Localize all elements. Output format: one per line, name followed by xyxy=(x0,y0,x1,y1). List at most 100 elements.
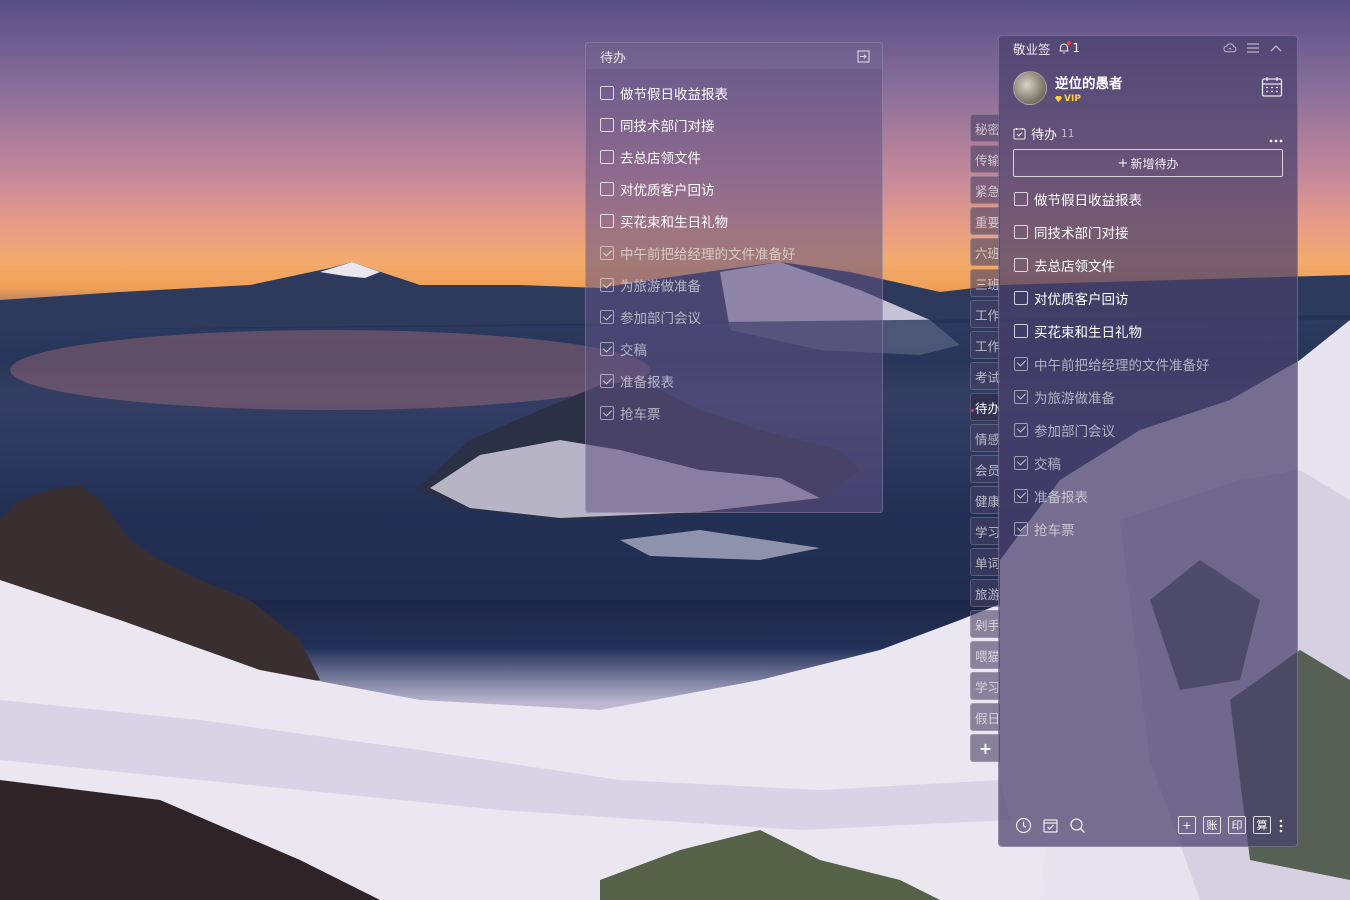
list-item[interactable]: 抢车票 xyxy=(586,397,882,429)
tab-category[interactable]: 工作 xyxy=(970,331,1000,359)
user-profile[interactable]: 逆位的愚者 VIP xyxy=(999,60,1297,116)
list-item[interactable]: 交稿 xyxy=(999,446,1297,479)
list-item[interactable]: 同技术部门对接 xyxy=(999,215,1297,248)
checked-checkbox[interactable] xyxy=(600,246,614,260)
account-button[interactable]: 账 xyxy=(1203,816,1221,834)
checked-checkbox[interactable] xyxy=(600,374,614,388)
list-item[interactable]: 为旅游做准备 xyxy=(586,269,882,301)
tab-category[interactable]: 重要 xyxy=(970,207,1000,235)
checkbox[interactable] xyxy=(1014,323,1028,338)
list-item[interactable]: 为旅游做准备 xyxy=(999,380,1297,413)
tab-category[interactable]: 三班 xyxy=(970,269,1000,297)
checkbox[interactable] xyxy=(1014,224,1028,239)
tab-category[interactable]: 紧急 xyxy=(970,176,1000,204)
floating-todo-note: 待办 做节假日收益报表 同技术部门对接 去总店领文件 对优质客户回访 买花束和生… xyxy=(585,42,883,513)
checked-checkbox[interactable] xyxy=(1014,455,1028,470)
list-item[interactable]: 参加部门会议 xyxy=(999,413,1297,446)
add-category-button[interactable]: + xyxy=(970,734,1000,762)
calculator-button[interactable]: 算 xyxy=(1253,816,1271,834)
tab-category[interactable]: 传输 xyxy=(970,145,1000,173)
plus-icon: + xyxy=(1117,155,1129,171)
item-text: 去总店领文件 xyxy=(620,151,701,167)
checkbox[interactable] xyxy=(600,182,614,196)
cloud-sync-icon[interactable] xyxy=(1223,41,1237,55)
chevron-up-icon[interactable] xyxy=(1269,41,1283,55)
tab-category[interactable]: 会员 xyxy=(970,455,1000,483)
checked-checkbox[interactable] xyxy=(1014,488,1028,503)
list-item[interactable]: 买花束和生日礼物 xyxy=(999,314,1297,347)
checked-checkbox[interactable] xyxy=(600,310,614,324)
category-tabs: 秘密 传输 紧急 重要 六班 三班 工作 工作 考试 待办 情感 会员 健康 学… xyxy=(970,114,1000,765)
tab-category[interactable]: 健康 xyxy=(970,486,1000,514)
search-icon[interactable] xyxy=(1069,817,1086,834)
item-text: 买花束和生日礼物 xyxy=(620,215,728,231)
list-item[interactable]: 中午前把给经理的文件准备好 xyxy=(999,347,1297,380)
item-text: 做节假日收益报表 xyxy=(1034,192,1142,209)
item-text: 抢车票 xyxy=(620,407,661,423)
list-item[interactable]: 买花束和生日礼物 xyxy=(586,205,882,237)
item-text: 做节假日收益报表 xyxy=(620,87,728,103)
add-note-button[interactable]: + xyxy=(1178,816,1196,834)
list-item[interactable]: 做节假日收益报表 xyxy=(999,182,1297,215)
menu-icon[interactable] xyxy=(1246,41,1260,55)
calendar-icon[interactable] xyxy=(1261,76,1283,98)
list-item[interactable]: 同技术部门对接 xyxy=(586,109,882,141)
tab-category[interactable]: 学习 xyxy=(970,672,1000,700)
list-item[interactable]: 做节假日收益报表 xyxy=(586,77,882,109)
title-bar[interactable]: 敬业签 1 xyxy=(999,36,1297,60)
list-item[interactable]: 去总店领文件 xyxy=(586,141,882,173)
tab-category[interactable]: 秘密 xyxy=(970,114,1000,142)
tab-category[interactable]: 假日 xyxy=(970,703,1000,731)
list-item[interactable]: 准备报表 xyxy=(586,365,882,397)
add-todo-button[interactable]: + 新增待办 xyxy=(1013,149,1283,177)
checked-checkbox[interactable] xyxy=(1014,422,1028,437)
tab-category[interactable]: 考试 xyxy=(970,362,1000,390)
avatar[interactable] xyxy=(1013,71,1047,105)
item-text: 参加部门会议 xyxy=(1034,423,1115,440)
bell-icon[interactable] xyxy=(1057,41,1071,55)
checkbox[interactable] xyxy=(600,214,614,228)
more-options-icon[interactable] xyxy=(1269,128,1283,143)
list-item[interactable]: 对优质客户回访 xyxy=(999,281,1297,314)
tab-category[interactable]: 单词 xyxy=(970,548,1000,576)
list-item[interactable]: 交稿 xyxy=(586,333,882,365)
todo-list: 做节假日收益报表 同技术部门对接 去总店领文件 对优质客户回访 买花束和生日礼物… xyxy=(999,182,1297,545)
checklist-icon[interactable] xyxy=(1042,817,1059,834)
tab-category[interactable]: 喂猫 xyxy=(970,641,1000,669)
checkbox[interactable] xyxy=(1014,257,1028,272)
vip-label: VIP xyxy=(1064,94,1081,104)
exit-icon[interactable] xyxy=(856,49,870,63)
checkbox[interactable] xyxy=(600,118,614,132)
more-vertical-icon[interactable] xyxy=(1279,818,1283,833)
checked-checkbox[interactable] xyxy=(1014,356,1028,371)
checkbox[interactable] xyxy=(600,150,614,164)
tab-category[interactable]: 六班 xyxy=(970,238,1000,266)
checked-checkbox[interactable] xyxy=(1014,389,1028,404)
clock-icon[interactable] xyxy=(1015,817,1032,834)
item-text: 中午前把给经理的文件准备好 xyxy=(1034,357,1210,374)
checkbox[interactable] xyxy=(1014,290,1028,305)
checked-checkbox[interactable] xyxy=(600,278,614,292)
checked-checkbox[interactable] xyxy=(600,342,614,356)
floating-note-header[interactable]: 待办 xyxy=(586,43,882,69)
list-item[interactable]: 准备报表 xyxy=(999,479,1297,512)
tab-category[interactable]: 旅游 xyxy=(970,579,1000,607)
item-text: 同技术部门对接 xyxy=(620,119,715,135)
list-item[interactable]: 抢车票 xyxy=(999,512,1297,545)
list-item[interactable]: 去总店领文件 xyxy=(999,248,1297,281)
checked-checkbox[interactable] xyxy=(600,406,614,420)
stamp-button[interactable]: 印 xyxy=(1228,816,1246,834)
item-text: 交稿 xyxy=(620,343,647,359)
list-item[interactable]: 对优质客户回访 xyxy=(586,173,882,205)
checkbox[interactable] xyxy=(600,86,614,100)
tab-category[interactable]: 剁手 xyxy=(970,610,1000,638)
checkbox[interactable] xyxy=(1014,191,1028,206)
item-text: 中午前把给经理的文件准备好 xyxy=(620,247,796,263)
checked-checkbox[interactable] xyxy=(1014,521,1028,536)
tab-category[interactable]: 情感 xyxy=(970,424,1000,452)
tab-category-active[interactable]: 待办 xyxy=(970,393,1000,421)
tab-category[interactable]: 工作 xyxy=(970,300,1000,328)
list-item[interactable]: 参加部门会议 xyxy=(586,301,882,333)
tab-category[interactable]: 学习 xyxy=(970,517,1000,545)
list-item[interactable]: 中午前把给经理的文件准备好 xyxy=(586,237,882,269)
